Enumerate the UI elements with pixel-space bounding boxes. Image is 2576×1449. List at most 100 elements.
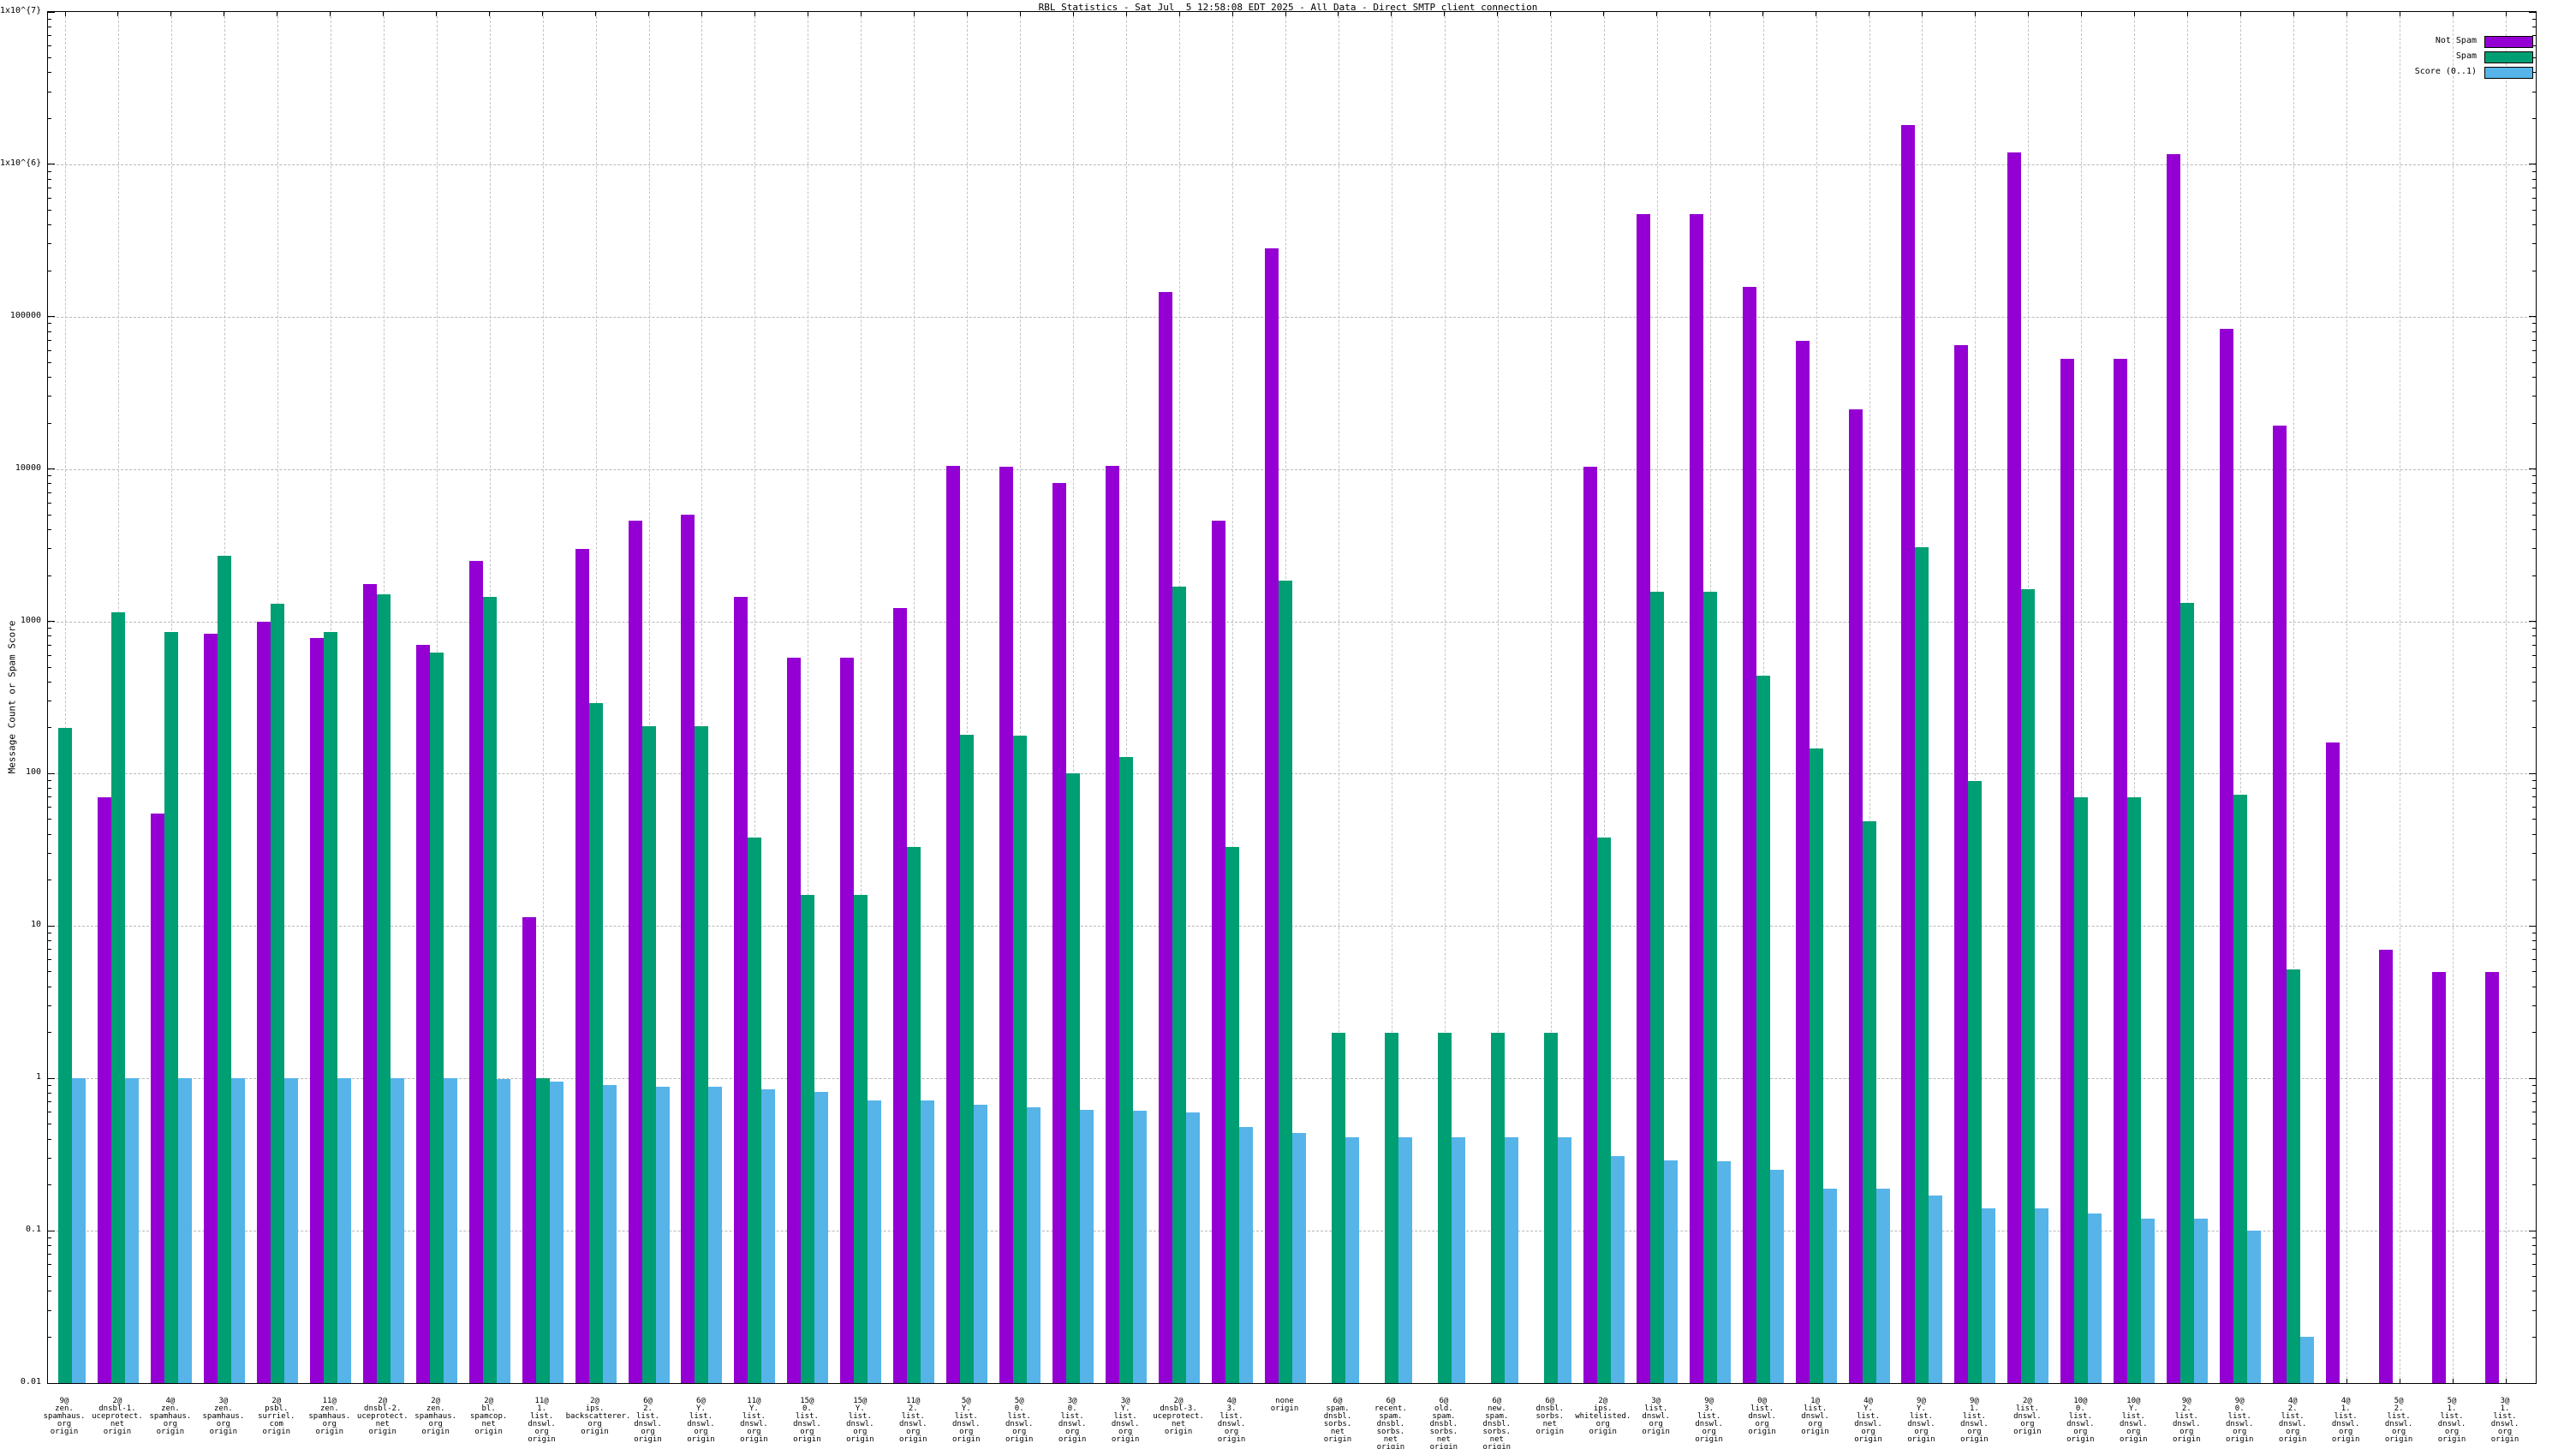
bar-score [125,1078,139,1383]
x-tick-mark-top [648,12,649,16]
x-tick-mark-top [436,12,437,16]
y-tick-mark-right [2532,635,2536,636]
x-tick-mark-top [861,12,862,16]
y-tick-mark-right [2529,468,2536,469]
x-tick-mark-top [1709,12,1710,16]
x-tick-mark-top [2134,12,2135,16]
x-tick-mark-top [1338,12,1339,16]
y-tick-mark-right [2529,1383,2536,1384]
y-tick-mark [48,224,51,225]
bar-not-spam [469,561,483,1383]
y-tick-mark [48,971,51,972]
y-tick-mark [48,788,51,789]
y-gridline [48,317,2536,318]
bar-not-spam [575,549,589,1383]
bar-spam [271,604,284,1383]
bar-not-spam [1583,467,1597,1383]
x-tick-mark-top [1922,12,1923,16]
x-category-label: 11@ Y. list. dnswl. org origin [724,1398,783,1444]
bar-not-spam [1212,521,1225,1383]
bar-spam [1915,547,1929,1383]
y-tick-mark-right [2532,1032,2536,1033]
bar-score [974,1105,987,1383]
y-tick-label: 1x10^{6} [0,158,41,168]
x-category-label: 11@ 1. list. dnswl. org origin [513,1398,571,1444]
x-category-label: 4@ 2. list. dnswl. org origin [2263,1398,2322,1444]
y-tick-mark-right [2532,1184,2536,1185]
bar-not-spam [1901,125,1915,1383]
y-tick-mark-right [2532,548,2536,549]
y-tick-mark-right [2532,1237,2536,1238]
bar-score [231,1078,245,1383]
y-tick-mark-right [2532,959,2536,960]
x-gridline [2506,12,2507,1383]
x-tick-mark-top [1444,12,1445,16]
bar-score [1929,1196,1942,1383]
y-tick-mark-right [2532,350,2536,351]
bar-not-spam [1743,287,1756,1383]
x-category-label: 5@ Y. list. dnswl. org origin [937,1398,995,1444]
y-tick-mark-right [2532,118,2536,119]
bar-score [761,1089,775,1383]
y-tick-mark [48,621,55,622]
y-tick-mark-right [2529,773,2536,774]
y-tick-mark [48,57,51,58]
bar-score [708,1087,722,1383]
legend-label: Spam [2456,51,2477,61]
x-tick-mark-top [2081,12,2082,16]
y-tick-mark [48,19,51,20]
bar-spam [164,632,178,1383]
x-category-label: 10@ Y. list. dnswl. org origin [2104,1398,2162,1444]
x-category-label: 2@ list. dnswl. org origin [1998,1398,2056,1436]
y-tick-mark-right [2532,1254,2536,1255]
y-tick-mark-right [2532,362,2536,363]
y-tick-mark-right [2532,807,2536,808]
y-tick-mark [48,1383,55,1384]
y-tick-mark [48,515,51,516]
y-tick-mark-right [2532,323,2536,324]
x-category-label: 9@ zen. spamhaus. org origin [35,1398,93,1436]
bar-spam [377,594,391,1383]
x-category-label: 5@ 1. list. dnswl. org origin [2423,1398,2481,1444]
bar-spam [1756,676,1770,1383]
x-tick-mark-top [914,12,915,16]
y-tick-mark-right [2532,19,2536,20]
x-category-label: 2@ dnsbl-2. uceprotect. net origin [354,1398,412,1436]
bar-score [1292,1133,1306,1383]
y-tick-mark [48,655,51,656]
bar-score [656,1087,670,1383]
bar-spam [111,612,125,1383]
x-category-label: 9@ 1. list. dnswl. org origin [1945,1398,2003,1444]
bar-score [814,1092,828,1383]
x-gridline [2346,12,2347,1383]
y-tick-mark [48,819,51,820]
bar-not-spam [2273,426,2287,1383]
x-category-label: 2@ ips. backscatterer. org origin [566,1398,624,1436]
y-tick-mark-right [2529,12,2536,13]
x-category-label: 3@ list. dnswl. org origin [1627,1398,1685,1436]
x-category-label: 4@ Y. list. dnswl. org origin [1840,1398,1898,1444]
x-category-label: 2@ dnsbl-1. uceprotect. net origin [88,1398,146,1436]
x-category-label: 15@ Y. list. dnswl. org origin [831,1398,889,1444]
y-tick-mark [48,529,51,530]
y-tick-mark [48,171,51,172]
bar-score [1080,1110,1094,1383]
y-tick-mark [48,575,51,576]
y-tick-mark [48,243,51,244]
bar-not-spam [1106,466,1119,1383]
bar-not-spam [1849,409,1863,1383]
x-tick-mark-top [2293,12,2294,16]
y-tick-label: 1000 [0,616,41,625]
y-tick-mark [48,635,51,636]
x-category-label: 2@ psbl. surriel. com origin [247,1398,306,1436]
y-tick-mark-right [2532,1310,2536,1311]
bar-not-spam [946,466,960,1383]
y-tick-mark [48,362,51,363]
y-tick-mark [48,1245,51,1246]
y-tick-mark-right [2532,788,2536,789]
y-tick-mark [48,12,55,13]
y-tick-mark-right [2529,1078,2536,1079]
x-category-label: 3@ 1. list. dnswl. org origin [2476,1398,2534,1444]
bar-score [444,1078,457,1383]
x-category-label: 6@ Y. list. dnswl. org origin [671,1398,730,1444]
